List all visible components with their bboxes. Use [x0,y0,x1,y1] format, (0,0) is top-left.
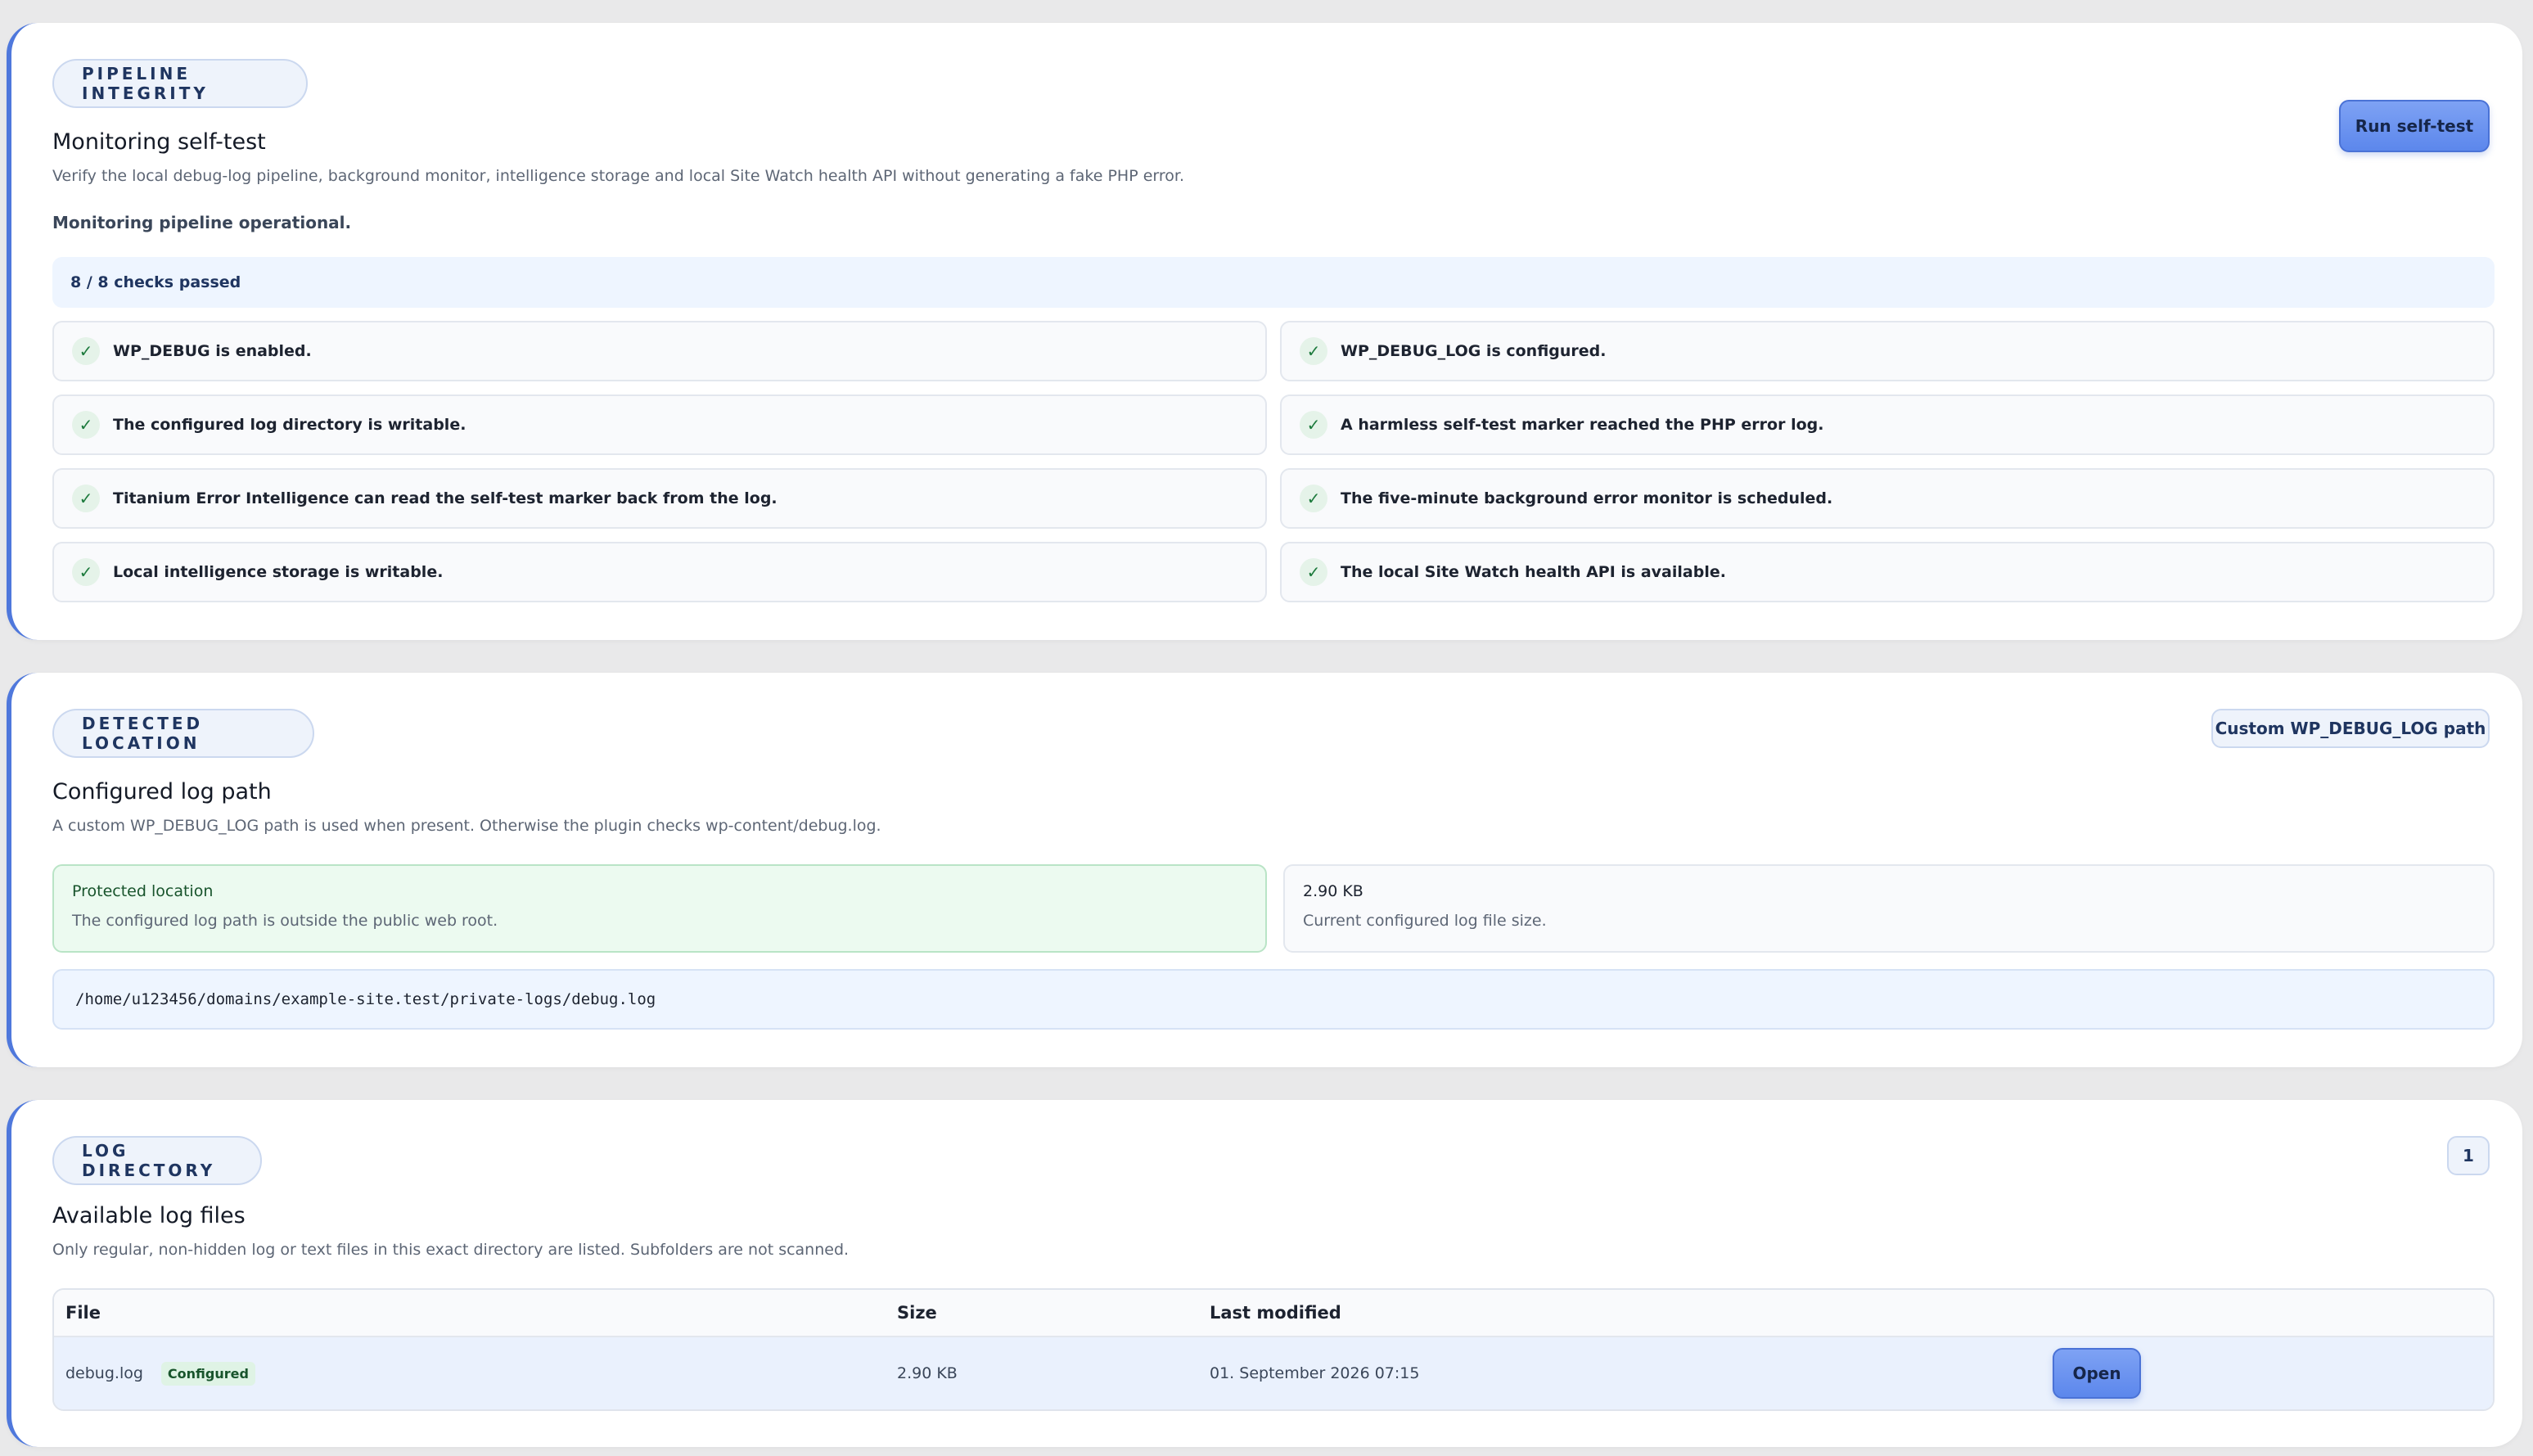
log-size-text: Current configured log file size. [1303,912,1547,930]
checkmark-icon: ✓ [72,337,100,365]
self-test-description: Verify the local debug-log pipeline, bac… [52,167,1184,185]
protected-location-title: Protected location [72,882,214,900]
log-path-type-badge: Custom WP_DEBUG_LOG path [2211,709,2490,748]
file-name: debug.log [65,1364,143,1382]
protected-location-text: The configured log path is outside the p… [72,912,498,930]
column-size: Size [897,1303,937,1323]
checkmark-icon: ✓ [72,411,100,439]
table-row: debug.log Configured 2.90 KB 01. Septemb… [54,1337,2493,1409]
table-header: File Size Last modified [54,1290,2493,1337]
check-item: ✓ Local intelligence storage is writable… [52,542,1267,602]
checkmark-icon: ✓ [72,485,100,512]
column-modified: Last modified [1210,1303,1341,1323]
check-item: ✓ Titanium Error Intelligence can read t… [52,468,1267,529]
pipeline-integrity-card: PIPELINE INTEGRITY Monitoring self-test … [7,23,2522,640]
detected-location-eyebrow: DETECTED LOCATION [52,709,314,758]
check-label: A harmless self-test marker reached the … [1341,416,1824,434]
check-item: ✓ WP_DEBUG_LOG is configured. [1280,321,2495,381]
check-item: ✓ The five-minute background error monit… [1280,468,2495,529]
check-label: WP_DEBUG_LOG is configured. [1341,342,1607,360]
detected-location-card: DETECTED LOCATION Custom WP_DEBUG_LOG pa… [7,673,2522,1067]
log-path-description: A custom WP_DEBUG_LOG path is used when … [52,817,881,835]
log-path-value: /home/u123456/domains/example-site.test/… [52,969,2495,1030]
open-log-button[interactable]: Open [2053,1348,2141,1399]
log-files-table: File Size Last modified debug.log Config… [52,1288,2495,1411]
checks-summary: 8 / 8 checks passed [52,257,2495,308]
check-label: The five-minute background error monitor… [1341,489,1833,507]
check-item: ✓ A harmless self-test marker reached th… [1280,394,2495,455]
check-item: ✓ The local Site Watch health API is ava… [1280,542,2495,602]
log-size-value: 2.90 KB [1303,882,1363,900]
check-label: The local Site Watch health API is avail… [1341,563,1726,581]
pipeline-status-message: Monitoring pipeline operational. [52,213,352,232]
check-label: WP_DEBUG is enabled. [113,342,312,360]
check-label: Titanium Error Intelligence can read the… [113,489,777,507]
configured-tag: Configured [160,1361,255,1386]
file-count-badge: 1 [2447,1136,2490,1175]
file-size: 2.90 KB [897,1364,958,1382]
log-files-description: Only regular, non-hidden log or text fil… [52,1241,850,1259]
check-label: Local intelligence storage is writable. [113,563,444,581]
self-test-title: Monitoring self-test [52,129,266,155]
run-self-test-button[interactable]: Run self-test [2339,100,2490,152]
log-path-title: Configured log path [52,779,272,805]
checkmark-icon: ✓ [1300,485,1327,512]
checkmark-icon: ✓ [1300,337,1327,365]
log-directory-card: LOG DIRECTORY 1 Available log files Only… [7,1100,2522,1447]
checkmark-icon: ✓ [1300,411,1327,439]
check-item: ✓ WP_DEBUG is enabled. [52,321,1267,381]
file-modified: 01. September 2026 07:15 [1210,1364,1420,1382]
log-files-title: Available log files [52,1203,246,1228]
actions-cell: Open [2053,1348,2493,1399]
log-size-box: 2.90 KB Current configured log file size… [1283,864,2495,953]
check-item: ✓ The configured log directory is writab… [52,394,1267,455]
file-cell: debug.log Configured [54,1361,897,1386]
check-label: The configured log directory is writable… [113,416,466,434]
log-directory-eyebrow: LOG DIRECTORY [52,1136,262,1185]
protected-location-box: Protected location The configured log pa… [52,864,1267,953]
checkmark-icon: ✓ [1300,558,1327,586]
checks-grid: ✓ WP_DEBUG is enabled. ✓ WP_DEBUG_LOG is… [52,321,2495,602]
checkmark-icon: ✓ [72,558,100,586]
column-file: File [65,1303,101,1323]
pipeline-integrity-eyebrow: PIPELINE INTEGRITY [52,59,308,108]
